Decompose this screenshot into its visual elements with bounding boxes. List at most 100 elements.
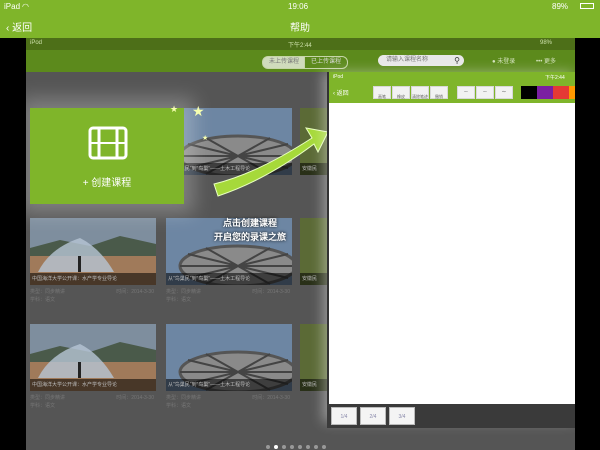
page-dot[interactable] <box>314 445 318 449</box>
color-swatch-red[interactable] <box>553 86 569 99</box>
course-meta: 类型：同步精讲 时间：2014-3-30 学科：语文 <box>166 288 292 304</box>
eraser-tool[interactable]: 橡皮 <box>392 86 410 99</box>
stroke-thick-tool[interactable]: 〜 <box>495 86 513 99</box>
battery-icon <box>580 3 594 9</box>
course-caption: 中国海洋大学公开课：水产学专业导论 <box>30 379 156 391</box>
arrow-icon: ★ ★ ★ <box>170 103 329 197</box>
course-meta: 类型：同步精讲 时间：2014-3-30 学科：语文 <box>30 394 156 410</box>
color-swatch-orange[interactable] <box>569 86 575 99</box>
inner-clock: 下午2:44 <box>288 43 312 49</box>
undo-tool-label: 撤销 <box>435 94 443 99</box>
editor-device-label: iPod <box>333 74 344 80</box>
page-indicator[interactable] <box>266 436 330 449</box>
tab-unuploaded[interactable]: 未上传课程 <box>262 56 306 69</box>
page-dot[interactable] <box>282 445 286 449</box>
login-button[interactable]: ● 未登录 <box>492 56 515 65</box>
pen-tool[interactable]: 画笔 <box>373 86 391 99</box>
course-date: 时间：2014-3-30 <box>116 289 154 295</box>
login-label: 未登录 <box>497 59 516 65</box>
course-date: 时间：2014-3-30 <box>252 289 290 295</box>
user-icon: ● <box>492 59 496 65</box>
color-swatch-black[interactable] <box>521 86 537 99</box>
editor-preview: iPod 下午2:44 ‹ 返回 画笔 橡皮 清除笔迹 撤销 〜 〜 〜 <box>327 72 575 422</box>
editor-clock: 下午2:44 <box>545 75 565 81</box>
more-dots-icon: ••• <box>536 59 543 65</box>
undo-tool[interactable]: 撤销 <box>430 86 448 99</box>
search-input[interactable]: 请输入课程名称 ⚲ <box>378 55 464 66</box>
page-thumbnail-strip: 1/4 2/4 3/4 <box>327 404 575 428</box>
device-label: iPad <box>4 2 21 11</box>
hint-line-2: 开启您的录课之旅 <box>214 232 287 242</box>
page-thumb-label: 1/4 <box>340 414 348 420</box>
clear-tool-label: 清除笔迹 <box>412 94 428 99</box>
help-screenshot: iPod 下午2:44 98% 未上传课程 已上传课程 请输入课程名称 ⚲ ● … <box>26 38 575 450</box>
inner-battery-percent: 98% <box>540 40 553 46</box>
inner-nav-bar: 未上传课程 已上传课程 请输入课程名称 ⚲ ● 未登录 ••• 更多 <box>26 50 575 72</box>
stroke-medium-tool[interactable]: 〜 <box>476 86 494 99</box>
more-button[interactable]: ••• 更多 <box>536 56 556 65</box>
course-caption: 中国海洋大学公开课：水产学专业导论 <box>30 273 156 285</box>
page-dot[interactable] <box>266 445 270 449</box>
page-dot[interactable] <box>306 445 310 449</box>
page-dot[interactable] <box>298 445 302 449</box>
editor-toolbar: ‹ 返回 画笔 橡皮 清除笔迹 撤销 〜 〜 〜 <box>329 82 575 103</box>
page-thumb[interactable]: 1/4 <box>331 407 357 425</box>
course-type: 类型：同步精讲 <box>30 289 66 295</box>
course-date: 时间：2014-3-30 <box>116 395 154 401</box>
editor-status-bar: iPod 下午2:44 <box>329 72 575 82</box>
course-type: 类型：同步精讲 <box>30 395 66 401</box>
hint-line-1: 点击创建课程 <box>223 218 278 228</box>
course-type: 类型：同步精讲 <box>166 289 202 295</box>
course-type: 类型：同步精讲 <box>166 395 202 401</box>
inner-status-bar: iPod 下午2:44 98% <box>26 38 575 50</box>
page-thumb[interactable]: 2/4 <box>360 407 386 425</box>
inner-device-label: iPod <box>30 40 43 46</box>
course-card[interactable]: 从"鸟巢民"到"鸟巢"——土木工程导论 类型：同步精讲 时间：2014-3-30 … <box>166 324 292 424</box>
course-subject: 学科：语文 <box>30 403 56 409</box>
page-dot[interactable] <box>322 445 326 449</box>
tab-uploaded[interactable]: 已上传课程 <box>304 56 348 69</box>
course-caption: 从"鸟巢民"到"鸟巢"——土木工程导论 <box>166 273 292 285</box>
create-course-label: + 创建课程 <box>82 178 132 189</box>
stroke-thin-tool[interactable]: 〜 <box>457 86 475 99</box>
course-subject: 学科：语文 <box>30 297 56 303</box>
page-thumb[interactable]: 3/4 <box>389 407 415 425</box>
more-label: 更多 <box>543 59 556 65</box>
star-icon: ★ <box>202 134 208 142</box>
battery-percent: 89% <box>552 2 569 11</box>
drawing-canvas[interactable] <box>329 103 575 403</box>
course-card[interactable]: 安徽民 <box>300 218 327 318</box>
course-subject: 学科：语文 <box>166 403 192 409</box>
course-date: 时间：2014-3-30 <box>252 395 290 401</box>
course-caption: 安徽民 <box>300 273 327 285</box>
editor-back-label: 返回 <box>336 91 349 97</box>
course-meta: 类型：同步精讲 时间：2014-3-30 学科：语文 <box>30 288 156 304</box>
search-icon: ⚲ <box>454 56 460 65</box>
course-subject: 学科：语文 <box>166 297 192 303</box>
page-thumb-label: 3/4 <box>398 414 406 420</box>
page-title: 帮助 <box>290 23 310 34</box>
wifi-icon: ◠ <box>22 2 29 11</box>
editor-back-button[interactable]: ‹ 返回 <box>333 88 349 97</box>
create-course-button[interactable]: + 创建课程 <box>30 108 184 204</box>
chevron-left-icon: ‹ <box>333 91 335 97</box>
pen-tool-label: 画笔 <box>378 94 386 99</box>
status-bar: iPad ◠ 19:06 89% <box>0 0 600 14</box>
course-card[interactable]: 中国海洋大学公开课：水产学专业导论 类型：同步精讲 时间：2014-3-30 学科… <box>30 218 156 318</box>
course-card[interactable]: 中国海洋大学公开课：水产学专业导论 类型：同步精讲 时间：2014-3-30 学科… <box>30 324 156 424</box>
search-placeholder: 请输入课程名称 <box>386 57 429 63</box>
film-icon <box>88 126 128 160</box>
course-card[interactable]: 安徽民 <box>300 324 327 424</box>
page-dot-active[interactable] <box>274 445 278 449</box>
nav-bar: ‹ 返回 帮助 <box>0 14 600 38</box>
page-dot[interactable] <box>290 445 294 449</box>
page-thumb-label: 2/4 <box>369 414 377 420</box>
course-caption: 安徽民 <box>300 379 327 391</box>
star-icon: ★ <box>170 104 178 114</box>
clear-tool[interactable]: 清除笔迹 <box>411 86 429 99</box>
eraser-tool-label: 橡皮 <box>397 94 405 99</box>
color-swatch-purple[interactable] <box>537 86 553 99</box>
star-icon: ★ <box>192 103 205 119</box>
course-caption: 从"鸟巢民"到"鸟巢"——土木工程导论 <box>166 379 292 391</box>
clock: 19:06 <box>288 2 309 11</box>
